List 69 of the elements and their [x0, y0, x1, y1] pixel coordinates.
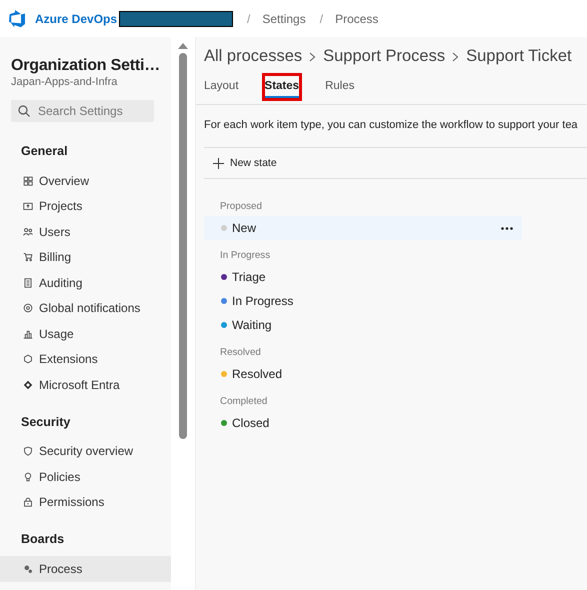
state-row[interactable]: Closed	[204, 411, 522, 435]
section-heading: Security	[21, 414, 72, 428]
menu-item-icon	[23, 328, 33, 339]
breadcrumb-link[interactable]: Support Process	[323, 47, 446, 66]
state-name: Waiting	[232, 318, 272, 332]
tab[interactable]: States	[264, 76, 300, 98]
scrollbar-thumb[interactable]	[179, 53, 187, 439]
section-heading: Boards	[21, 532, 66, 546]
breadcrumb-separator: /	[247, 12, 250, 26]
chevron-icon	[309, 52, 316, 62]
category-label: Resolved	[219, 346, 262, 360]
sidebar-item[interactable]: Microsoft Entra	[0, 372, 171, 398]
menu-item-icon	[23, 252, 33, 262]
sidebar-item[interactable]: Billing	[0, 244, 171, 270]
sidebar-item[interactable]: Extensions	[0, 346, 171, 372]
menu-item-icon	[23, 497, 33, 508]
sidebar-item[interactable]: Security overview	[0, 438, 171, 464]
category-label: In Progress	[219, 248, 272, 262]
menu-item-icon	[23, 564, 33, 574]
breadcrumb-link[interactable]: Settings	[262, 12, 306, 26]
sidebar-item[interactable]: Permissions	[0, 490, 171, 515]
page-title: Support Ticket	[466, 47, 572, 66]
category-label: Proposed	[219, 200, 263, 214]
more-icon[interactable]	[501, 226, 513, 230]
tab[interactable]: Rules	[325, 76, 354, 100]
category-label: Completed	[219, 394, 268, 408]
state-row[interactable]: In Progress	[204, 289, 522, 313]
state-row[interactable]: Triage	[204, 265, 522, 289]
menu-item-icon	[23, 446, 33, 456]
menu-item-icon	[23, 303, 33, 314]
menu-item-icon	[23, 472, 33, 482]
organization-title: Organization Setti…	[11, 57, 162, 75]
menu-item-icon	[23, 354, 33, 364]
section-heading: General	[21, 144, 69, 158]
sidebar-item[interactable]: Usage	[0, 321, 171, 346]
state-name: In Progress	[232, 294, 294, 308]
tab[interactable]: Layout	[204, 76, 239, 100]
breadcrumb-link[interactable]: All processes	[204, 47, 302, 66]
sidebar-item[interactable]: Policies	[0, 464, 171, 490]
scroll-up-icon[interactable]	[178, 43, 188, 49]
logo-icon[interactable]	[9, 10, 27, 28]
breadcrumb-link[interactable]: Process	[335, 12, 378, 26]
organization-name: Japan-Apps-and-Infra	[11, 76, 118, 88]
menu-item-icon	[23, 278, 33, 288]
search-field[interactable]: Search Settings	[11, 100, 154, 122]
menu-item-icon	[23, 176, 33, 186]
state-row[interactable]: New	[204, 216, 522, 240]
sidebar-item[interactable]: Auditing	[0, 270, 171, 296]
state-name: Closed	[232, 416, 270, 430]
breadcrumb-separator: /	[320, 12, 324, 26]
state-row[interactable]: Waiting	[204, 313, 522, 337]
new-state-button[interactable]: New state	[204, 151, 277, 175]
description-text: For each work item type, you can customize the workflow to support your tea	[204, 119, 579, 131]
sidebar-item[interactable]: Global notifications	[0, 296, 171, 321]
state-row[interactable]: Resolved	[204, 362, 522, 386]
sidebar-item[interactable]: Users	[0, 219, 171, 244]
state-name: Triage	[232, 270, 266, 284]
menu-item-icon	[23, 226, 33, 237]
sidebar-item[interactable]: Projects	[0, 194, 171, 219]
plus-icon	[213, 158, 224, 168]
product-link[interactable]: Azure DevOps	[35, 12, 118, 26]
chevron-icon	[452, 52, 460, 62]
sidebar-item[interactable]: Process	[0, 556, 171, 582]
state-name: Resolved	[232, 367, 282, 381]
menu-item-icon	[23, 201, 33, 212]
state-name: New	[232, 221, 256, 235]
search-icon	[18, 105, 30, 117]
menu-item-icon	[23, 380, 33, 390]
sidebar-item[interactable]: Overview	[0, 168, 171, 194]
